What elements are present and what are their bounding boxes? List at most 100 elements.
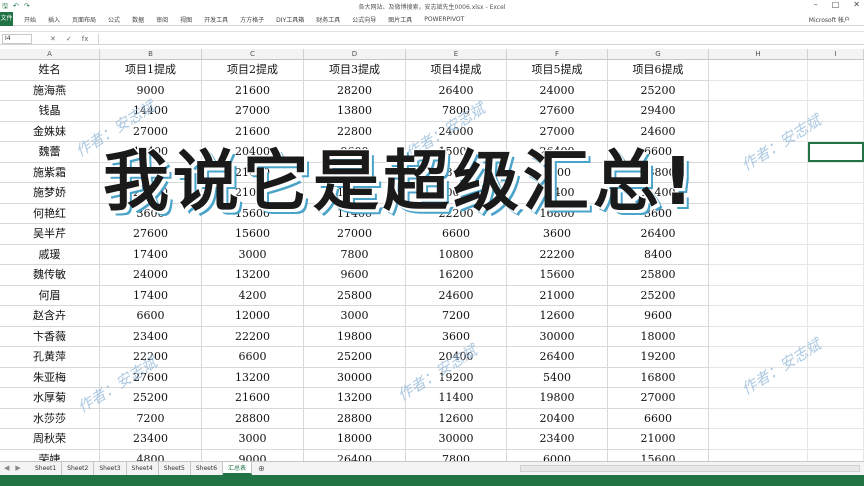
table-cell[interactable]: [808, 347, 864, 368]
column-header[interactable]: B: [100, 49, 202, 60]
table-cell[interactable]: 18000: [608, 326, 709, 347]
table-cell[interactable]: 6600: [608, 142, 709, 163]
add-sheet-icon[interactable]: ⊕: [252, 462, 271, 475]
table-cell[interactable]: 卞香薇: [0, 326, 100, 347]
header-cell[interactable]: 项目6提成: [608, 60, 709, 81]
header-cell[interactable]: 项目3提成: [304, 60, 406, 81]
file-tab[interactable]: 文件: [0, 12, 13, 26]
table-cell[interactable]: 赵含卉: [0, 306, 100, 327]
table-cell[interactable]: 13800: [608, 162, 709, 183]
table-cell[interactable]: 7200: [406, 306, 507, 327]
table-cell[interactable]: 20400: [406, 347, 507, 368]
ribbon-tab[interactable]: 公式向导: [346, 15, 382, 24]
sheet-tab[interactable]: Sheet5: [158, 462, 191, 475]
table-cell[interactable]: 26400: [507, 142, 608, 163]
table-cell[interactable]: 23400: [100, 429, 202, 450]
table-cell[interactable]: [808, 306, 864, 327]
table-cell[interactable]: [808, 224, 864, 245]
table-cell[interactable]: 25200: [608, 80, 709, 101]
table-cell[interactable]: 11400: [608, 183, 709, 204]
table-cell[interactable]: [709, 244, 808, 265]
table-cell[interactable]: 6600: [202, 347, 304, 368]
table-cell[interactable]: 17400: [100, 285, 202, 306]
table-cell[interactable]: 何眉: [0, 285, 100, 306]
table-cell[interactable]: 30000: [304, 367, 406, 388]
table-cell[interactable]: [808, 326, 864, 347]
table-cell[interactable]: 28200: [304, 80, 406, 101]
table-cell[interactable]: 20400: [507, 408, 608, 429]
table-cell[interactable]: 11400: [406, 388, 507, 409]
table-cell[interactable]: 3000: [304, 306, 406, 327]
table-cell[interactable]: 6600: [406, 224, 507, 245]
table-cell[interactable]: 4800: [100, 449, 202, 461]
table-cell[interactable]: 23400: [100, 326, 202, 347]
table-cell[interactable]: 施梦娇: [0, 183, 100, 204]
table-cell[interactable]: 7200: [100, 408, 202, 429]
table-cell[interactable]: 水莎莎: [0, 408, 100, 429]
table-cell[interactable]: [808, 80, 864, 101]
table-cell[interactable]: [808, 285, 864, 306]
table-cell[interactable]: 30000: [507, 326, 608, 347]
table-cell[interactable]: 22800: [304, 121, 406, 142]
table-cell[interactable]: 24000: [406, 121, 507, 142]
table-cell[interactable]: [808, 162, 864, 183]
ribbon-tab[interactable]: 方方格子: [234, 15, 270, 24]
table-cell[interactable]: 22200: [100, 347, 202, 368]
table-cell[interactable]: 何艳红: [0, 203, 100, 224]
table-cell[interactable]: 27000: [507, 121, 608, 142]
table-cell[interactable]: 16800: [507, 203, 608, 224]
table-cell[interactable]: 25200: [608, 285, 709, 306]
table-cell[interactable]: [808, 183, 864, 204]
table-cell[interactable]: 27600: [100, 224, 202, 245]
table-cell[interactable]: 朱亚梅: [0, 367, 100, 388]
table-cell[interactable]: 6600: [100, 306, 202, 327]
table-cell[interactable]: 8400: [608, 244, 709, 265]
ribbon-tab[interactable]: 图片工具: [382, 15, 418, 24]
table-cell[interactable]: 6000: [507, 449, 608, 461]
account-label[interactable]: Microsoft 帐户: [809, 15, 850, 24]
table-cell[interactable]: 魏蕾: [0, 142, 100, 163]
table-cell[interactable]: 9600: [608, 306, 709, 327]
table-cell[interactable]: 21600: [202, 121, 304, 142]
confirm-icon[interactable]: ✓: [66, 34, 72, 44]
table-cell[interactable]: [709, 367, 808, 388]
table-cell[interactable]: [808, 429, 864, 450]
table-cell[interactable]: 3600: [100, 203, 202, 224]
table-cell[interactable]: 30000: [406, 183, 507, 204]
table-cell[interactable]: 14400: [100, 101, 202, 122]
header-cell[interactable]: [709, 60, 808, 81]
column-header[interactable]: D: [304, 49, 406, 60]
table-cell[interactable]: 21600: [202, 80, 304, 101]
table-cell[interactable]: 16200: [304, 183, 406, 204]
table-cell[interactable]: 7800: [304, 244, 406, 265]
table-cell[interactable]: 25200: [100, 183, 202, 204]
table-cell[interactable]: [709, 306, 808, 327]
column-header[interactable]: G: [608, 49, 709, 60]
table-cell[interactable]: [709, 449, 808, 461]
name-box[interactable]: I4: [2, 34, 32, 44]
table-cell[interactable]: 孔黄萍: [0, 347, 100, 368]
cancel-icon[interactable]: ✕: [50, 34, 56, 44]
table-cell[interactable]: [709, 101, 808, 122]
table-cell[interactable]: 3000: [202, 429, 304, 450]
header-cell[interactable]: 项目5提成: [507, 60, 608, 81]
table-cell[interactable]: 25200: [304, 347, 406, 368]
table-cell[interactable]: 3600: [507, 224, 608, 245]
table-cell[interactable]: 15600: [202, 203, 304, 224]
table-cell[interactable]: 29400: [608, 101, 709, 122]
table-cell[interactable]: 26400: [304, 449, 406, 461]
table-cell[interactable]: 19200: [406, 367, 507, 388]
table-cell[interactable]: [709, 265, 808, 286]
table-cell[interactable]: 13200: [202, 367, 304, 388]
table-cell[interactable]: [709, 388, 808, 409]
table-cell[interactable]: 荣婕: [0, 449, 100, 461]
table-cell[interactable]: 12600: [406, 408, 507, 429]
table-cell[interactable]: [709, 121, 808, 142]
table-cell[interactable]: 25800: [304, 285, 406, 306]
table-cell[interactable]: 19800: [304, 326, 406, 347]
column-header[interactable]: C: [202, 49, 304, 60]
table-cell[interactable]: 10800: [406, 244, 507, 265]
table-cell[interactable]: 4200: [202, 285, 304, 306]
table-cell[interactable]: 27000: [608, 388, 709, 409]
table-cell[interactable]: 9000: [202, 449, 304, 461]
